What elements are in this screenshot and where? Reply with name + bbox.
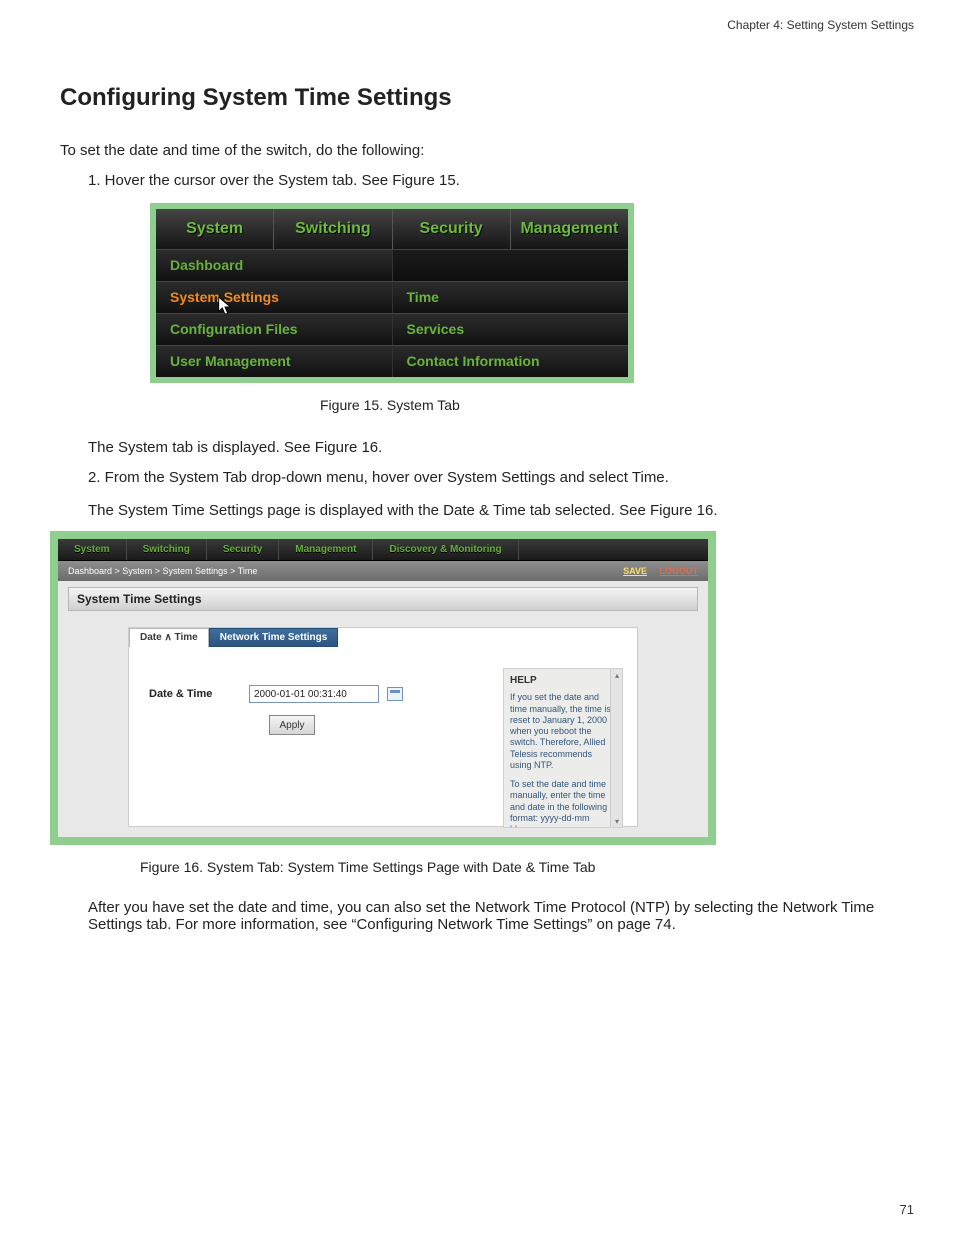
figure-15-nav-screenshot: System Switching Security Management Das… [150,203,634,383]
help-title: HELP [510,675,616,686]
breadcrumb: Dashboard > System > System Settings > T… [68,566,257,576]
s2-tab-discovery[interactable]: Discovery & Monitoring [373,539,518,560]
s2-tab-system[interactable]: System [58,539,127,560]
intro-paragraph: To set the date and time of the switch, … [60,140,894,162]
help-scrollbar[interactable]: ▴ ▾ [610,669,622,827]
nav-item-system-settings[interactable]: System Settings [156,282,393,313]
pre-figure-16-text: The System Time Settings page is display… [88,500,894,522]
page-number: 71 [900,1202,914,1217]
nav-item-dashboard[interactable]: Dashboard [156,250,393,281]
calendar-icon[interactable] [387,687,403,701]
footnote-paragraph: After you have set the date and time, yo… [88,899,894,933]
nav-tab-switching[interactable]: Switching [274,209,392,249]
nav-empty-cell [393,250,629,281]
date-time-input[interactable] [249,685,379,703]
help-paragraph-1: If you set the date and time manually, t… [510,692,616,771]
scroll-up-icon[interactable]: ▴ [611,669,623,681]
figure-15-caption: Figure 15. System Tab [320,397,894,413]
nav-item-services[interactable]: Services [393,314,629,345]
save-link[interactable]: SAVE [623,566,647,576]
nav-item-configuration-files[interactable]: Configuration Files [156,314,393,345]
section-title: Configuring System Time Settings [60,84,954,112]
procedure-step-1: 1. Hover the cursor over the System tab.… [88,172,894,189]
help-paragraph-2: To set the date and time manually, enter… [510,779,616,828]
chapter-header: Chapter 4: Setting System Settings [727,18,914,32]
help-panel: HELP If you set the date and time manual… [503,668,623,828]
tab-network-time-settings[interactable]: Network Time Settings [209,628,339,647]
procedure-step-2: 2. From the System Tab drop-down menu, h… [88,469,894,486]
page-title: System Time Settings [68,587,698,611]
nav-tab-security[interactable]: Security [393,209,511,249]
s2-tab-switching[interactable]: Switching [127,539,207,560]
post-step1-text: The System tab is displayed. See Figure … [88,437,894,459]
date-time-label: Date & Time [149,688,249,700]
nav-tab-system[interactable]: System [156,209,274,249]
s2-tab-management[interactable]: Management [279,539,373,560]
apply-button[interactable]: Apply [269,715,315,735]
s2-tab-security[interactable]: Security [207,539,279,560]
nav-item-time[interactable]: Time [393,282,629,313]
scroll-down-icon[interactable]: ▾ [611,815,623,827]
nav-item-contact-information[interactable]: Contact Information [393,346,629,377]
figure-16-caption: Figure 16. System Tab: System Time Setti… [140,859,894,875]
nav-item-user-management[interactable]: User Management [156,346,393,377]
logout-link[interactable]: LOGOUT [660,566,699,576]
tab-date-and-time[interactable]: Date ∧ Time [129,628,209,647]
nav-tab-management[interactable]: Management [511,209,628,249]
figure-16-screenshot: System Switching Security Management Dis… [50,531,716,845]
